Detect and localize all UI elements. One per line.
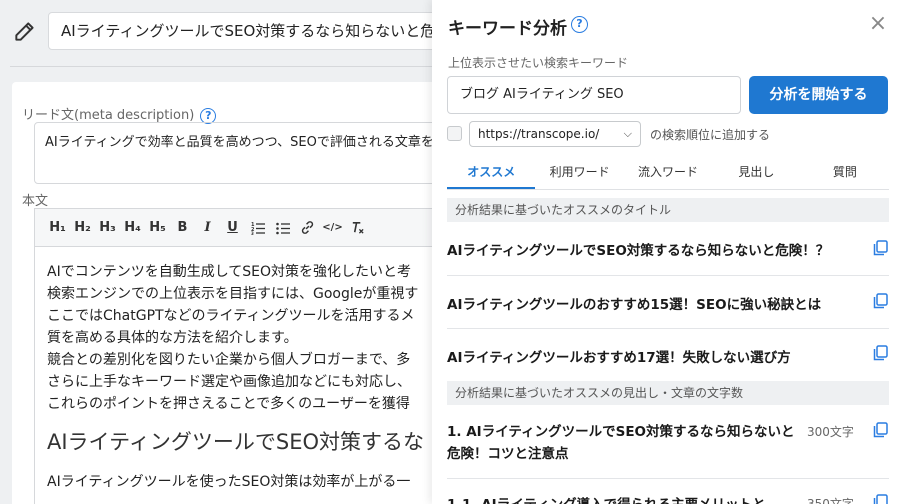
help-icon[interactable]: ? [571, 16, 588, 33]
char-count: 350文字 [807, 497, 854, 504]
svg-text:3: 3 [251, 231, 254, 235]
bullet-list-icon[interactable] [270, 213, 295, 243]
body-line: ここではChatGPTなどのライティングツールを活用するメ [47, 308, 415, 324]
keyword-analysis-panel: キーワード分析 ? × 上位表示させたい検索キーワード ブログ AIライティング… [432, 0, 900, 504]
body-line: さらに上手なキーワード選定や画像追加などにも対応し、 [47, 374, 411, 390]
copy-icon[interactable] [873, 293, 888, 309]
title-suggestion: AIライティングツールおすすめ17選！失敗しない選び方 [447, 350, 791, 366]
body-line: AIライティングツールを使ったSEO対策は効率が上がる一 [47, 474, 411, 490]
panel-title: キーワード分析 [448, 19, 567, 39]
editor-toolbar: H₁ H₂ H₃ H₄ H₅ B I U 123 </> [34, 208, 454, 246]
body-line: 検索エンジンでの上位表示を目指すには、Googleが重視す [47, 286, 419, 302]
tab-recommend[interactable]: オススメ [447, 158, 536, 189]
body-heading: AIライティングツールでSEO対策するな [47, 430, 425, 454]
chevron-down-icon: ⌵ [623, 127, 632, 140]
add-ranking-checkbox[interactable] [447, 126, 462, 141]
body-label: 本文 [22, 194, 49, 209]
body-line: これらのポイントを押さえることで多くのユーザーを獲得 [47, 396, 410, 412]
title-suggestion-row[interactable]: AIライティングツールおすすめ17選！失敗しない選び方 [447, 329, 889, 380]
meta-label-text: リード文(meta description) [22, 108, 195, 123]
heading1-button[interactable]: H₁ [45, 213, 70, 243]
body-line: AIでコンテンツを自動生成してSEO対策を強化したいと考 [47, 264, 412, 280]
heading4-button[interactable]: H₄ [120, 213, 145, 243]
tab-headings[interactable]: 見出し [712, 158, 800, 189]
char-count: 300文字 [807, 425, 854, 439]
copy-icon[interactable] [873, 494, 888, 504]
heading5-button[interactable]: H₅ [145, 213, 170, 243]
meta-description-label: リード文(meta description)? [22, 104, 217, 124]
heading3-button[interactable]: H₃ [95, 213, 120, 243]
heading-suggestion: 1-1. AIライティング導入で得られる主要メリットと [447, 493, 766, 504]
meta-description-field[interactable]: AIライティングで効率と品質を高めつつ、SEOで評価される文章を作る方法 [34, 122, 454, 184]
body-line: 質を高める具体的な方法を紹介します。 [47, 330, 298, 346]
clear-format-icon[interactable] [345, 213, 370, 243]
editor-header: AIライティングツールでSEO対策するなら知らないと危険！？ [0, 0, 448, 62]
keyword-input[interactable]: ブログ AIライティング SEO [447, 76, 741, 114]
analysis-tabs: オススメ 利用ワード 流入ワード 見出し 質問 [447, 158, 889, 190]
site-select[interactable]: https://transcope.io/ ⌵ [469, 121, 641, 147]
tab-used-words[interactable]: 利用ワード [535, 158, 623, 189]
section-header-headings: 分析結果に基づいたオススメの見出し・文章の文字数 [447, 381, 889, 405]
ordered-list-icon[interactable]: 123 [245, 213, 270, 243]
keyword-label: 上位表示させたい検索キーワード [448, 56, 629, 70]
site-select-value: https://transcope.io/ [478, 127, 600, 141]
edit-pencil-icon[interactable] [12, 18, 38, 44]
analyze-button[interactable]: 分析を開始する [749, 76, 888, 114]
copy-icon[interactable] [873, 240, 888, 256]
italic-button[interactable]: I [195, 213, 220, 243]
title-suggestion-row[interactable]: AIライティングツールでSEO対策するなら知らないと危険！？ [447, 222, 889, 276]
close-icon[interactable]: × [866, 12, 890, 36]
article-body-editor[interactable]: AIでコンテンツを自動生成してSEO対策を強化したいと考 検索エンジンでの上位表… [34, 246, 454, 504]
copy-icon[interactable] [873, 345, 888, 361]
section-header-titles: 分析結果に基づいたオススメのタイトル [447, 198, 889, 222]
title-suggestion-row[interactable]: AIライティングツールのおすすめ15選！SEOに強い秘訣とは [447, 276, 889, 329]
article-title-input[interactable]: AIライティングツールでSEO対策するなら知らないと危険！？ [48, 12, 448, 50]
bold-button[interactable]: B [170, 213, 195, 243]
title-suggestion: AIライティングツールでSEO対策するなら知らないと危険！？ [447, 243, 830, 259]
heading-suggestion-row[interactable]: 1. AIライティングツールでSEO対策するなら知らないと危険！コツと注意点 3… [447, 405, 889, 479]
title-suggestion: AIライティングツールのおすすめ15選！SEOに強い秘訣とは [447, 297, 822, 313]
underline-button[interactable]: U [220, 213, 245, 243]
code-icon[interactable]: </> [320, 213, 345, 243]
heading-suggestion-row[interactable]: 1-1. AIライティング導入で得られる主要メリットと 350文字 [447, 479, 889, 504]
heading2-button[interactable]: H₂ [70, 213, 95, 243]
add-ranking-label: の検索順位に追加する [650, 128, 771, 142]
tab-inflow-words[interactable]: 流入ワード [624, 158, 712, 189]
heading-suggestion: 1. AIライティングツールでSEO対策するなら知らないと危険！コツと注意点 [447, 424, 795, 462]
tab-questions[interactable]: 質問 [801, 158, 889, 189]
copy-icon[interactable] [873, 422, 888, 438]
body-line: 競合との差別化を図りたい企業から個人ブロガーまで、多 [47, 352, 411, 368]
link-icon[interactable] [295, 213, 320, 243]
header-divider [10, 66, 432, 67]
